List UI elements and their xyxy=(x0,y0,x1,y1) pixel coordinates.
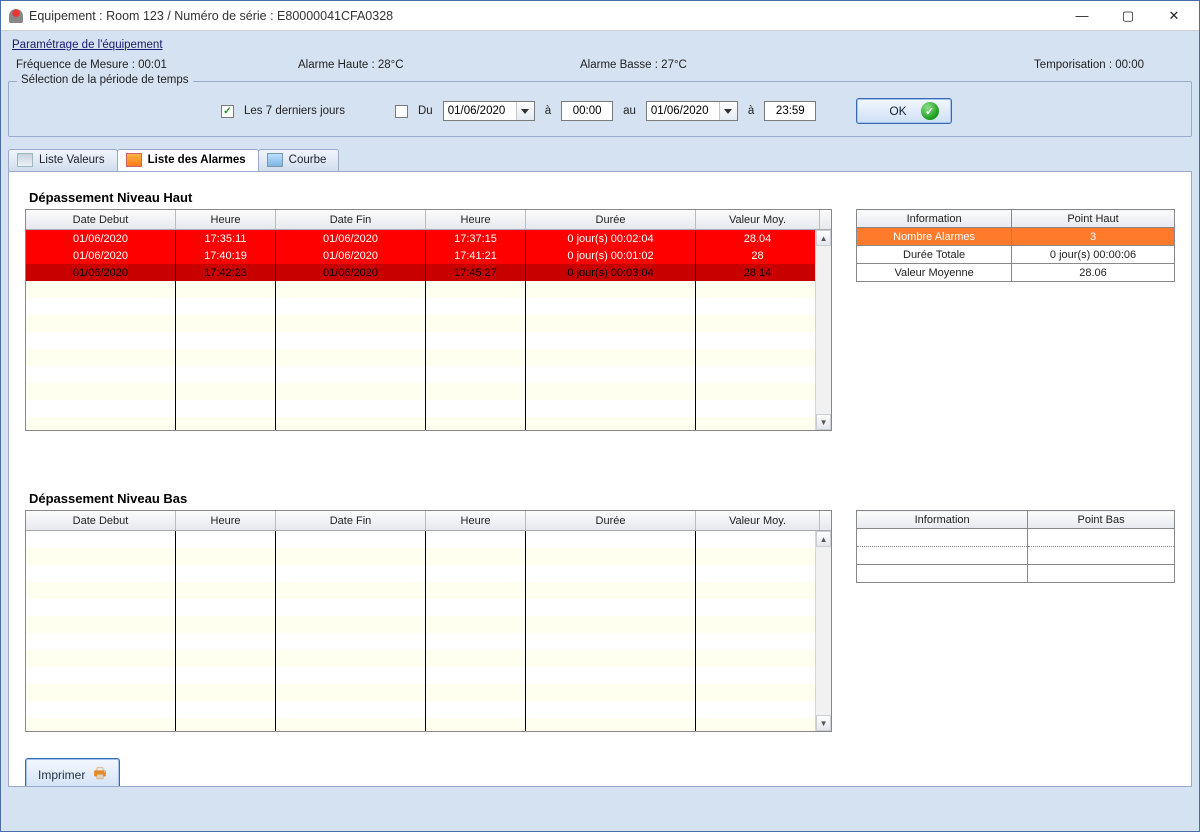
last7days-checkbox[interactable] xyxy=(221,105,234,118)
col-date-fin[interactable]: Date Fin xyxy=(276,511,426,530)
thermometer-icon xyxy=(9,9,23,23)
print-button[interactable]: Imprimer 🖶 xyxy=(25,758,120,787)
to-date-input[interactable] xyxy=(647,104,719,118)
scroll-down-icon[interactable]: ▼ xyxy=(816,414,831,430)
high-grid-scrollbar[interactable]: ▲ ▼ xyxy=(815,230,831,430)
col-heure-fin[interactable]: Heure xyxy=(426,511,526,530)
from-date-input[interactable] xyxy=(444,104,516,118)
tab-values-label: Liste Valeurs xyxy=(39,154,105,166)
scroll-up-icon[interactable]: ▲ xyxy=(816,230,831,246)
tab-chart[interactable]: Courbe xyxy=(258,149,340,171)
col-date-debut[interactable]: Date Debut xyxy=(26,210,176,229)
summary-col-info[interactable]: Information xyxy=(857,210,1012,228)
high-section-title: Dépassement Niveau Haut xyxy=(29,190,1175,205)
high-grid-header: Date Debut Heure Date Fin Heure Durée Va… xyxy=(26,210,831,230)
to-time-input[interactable] xyxy=(764,101,816,121)
high-alarm-label: Alarme Haute : 28°C xyxy=(298,59,580,71)
low-grid: Date Debut Heure Date Fin Heure Durée Va… xyxy=(25,510,832,732)
chart-icon xyxy=(267,153,283,167)
summary-row-nombre-alarmes[interactable]: Nombre Alarmes3 xyxy=(857,228,1175,246)
low-summary-table: Information Point Bas xyxy=(856,510,1175,583)
to-date-dropdown-icon[interactable] xyxy=(719,102,737,120)
ok-button-label: OK xyxy=(889,104,906,118)
low-grid-scrollbar[interactable]: ▲ ▼ xyxy=(815,531,831,731)
from-label: Du xyxy=(418,105,433,117)
tab-alarms-label: Liste des Alarmes xyxy=(148,154,246,166)
summary-col-point-bas[interactable]: Point Bas xyxy=(1028,511,1175,529)
tab-chart-label: Courbe xyxy=(289,154,327,166)
col-valeur-moy[interactable]: Valeur Moy. xyxy=(696,210,820,229)
low-section-title: Dépassement Niveau Bas xyxy=(29,491,1175,506)
high-grid-area: Date Debut Heure Date Fin Heure Durée Va… xyxy=(25,209,1175,431)
table-row[interactable]: 01/06/202017:40:1901/06/202017:41:210 jo… xyxy=(26,247,815,264)
from-date-dropdown-icon[interactable] xyxy=(516,102,534,120)
high-summary-table: Information Point Haut Nombre Alarmes3 D… xyxy=(856,209,1175,282)
chevron-down-icon xyxy=(521,109,529,114)
print-button-label: Imprimer xyxy=(38,768,85,782)
custom-range-checkbox[interactable] xyxy=(395,105,408,118)
high-grid-body: 01/06/202017:35:1101/06/202017:37:150 jo… xyxy=(26,230,815,430)
client-area: Paramétrage de l'équipement Fréquence de… xyxy=(1,31,1199,831)
equipment-window: Equipement : Room 123 / Numéro de série … xyxy=(0,0,1200,832)
tab-alarms[interactable]: Liste des Alarmes xyxy=(117,149,259,171)
titlebar: Equipement : Room 123 / Numéro de série … xyxy=(1,1,1199,31)
col-duree[interactable]: Durée xyxy=(526,511,696,530)
summary-row-empty xyxy=(857,529,1175,547)
time-period-fieldset: Sélection de la période de temps Les 7 d… xyxy=(8,81,1192,137)
tab-values[interactable]: Liste Valeurs xyxy=(8,149,118,171)
from-date-combo[interactable] xyxy=(443,101,535,121)
col-heure-debut[interactable]: Heure xyxy=(176,210,276,229)
low-grid-header: Date Debut Heure Date Fin Heure Durée Va… xyxy=(26,511,831,531)
printer-icon: 🖶 xyxy=(93,763,106,787)
summary-col-info[interactable]: Information xyxy=(857,511,1028,529)
tab-alarms-body: Dépassement Niveau Haut Date Debut Heure… xyxy=(8,171,1192,787)
scroll-down-icon[interactable]: ▼ xyxy=(816,715,831,731)
table-row[interactable]: 01/06/202017:42:2301/06/202017:45:270 jo… xyxy=(26,264,815,281)
low-grid-area: Date Debut Heure Date Fin Heure Durée Va… xyxy=(25,510,1175,732)
chevron-down-icon xyxy=(724,109,732,114)
summary-row-valeur-moyenne[interactable]: Valeur Moyenne28.06 xyxy=(857,264,1175,282)
summary-col-point-haut[interactable]: Point Haut xyxy=(1012,210,1175,228)
a-label-1: à xyxy=(545,105,551,117)
check-circle-icon: ✓ xyxy=(921,102,939,120)
col-heure-fin[interactable]: Heure xyxy=(426,210,526,229)
time-period-row: Les 7 derniers jours Du à au à xyxy=(21,98,1179,124)
delay-label: Temporisation : 00:00 xyxy=(862,59,1184,71)
ok-button[interactable]: OK ✓ xyxy=(856,98,951,124)
close-button[interactable]: ✕ xyxy=(1151,1,1197,30)
window-title: Equipement : Room 123 / Numéro de série … xyxy=(29,9,1059,23)
last7days-label: Les 7 derniers jours xyxy=(244,105,345,117)
tabbar: Liste Valeurs Liste des Alarmes Courbe xyxy=(8,145,1192,171)
high-grid: Date Debut Heure Date Fin Heure Durée Va… xyxy=(25,209,832,431)
equipment-settings-link[interactable]: Paramétrage de l'équipement xyxy=(12,39,1192,51)
low-alarm-label: Alarme Basse : 27°C xyxy=(580,59,862,71)
summary-row-empty xyxy=(857,565,1175,583)
window-controls: — ▢ ✕ xyxy=(1059,1,1197,30)
summary-row-duree-totale[interactable]: Durée Totale0 jour(s) 00:00:06 xyxy=(857,246,1175,264)
col-valeur-moy[interactable]: Valeur Moy. xyxy=(696,511,820,530)
scroll-up-icon[interactable]: ▲ xyxy=(816,531,831,547)
from-time-input[interactable] xyxy=(561,101,613,121)
measure-frequency-label: Fréquence de Mesure : 00:01 xyxy=(16,59,298,71)
maximize-button[interactable]: ▢ xyxy=(1105,1,1151,30)
time-period-legend: Sélection de la période de temps xyxy=(17,74,193,86)
au-label: au xyxy=(623,105,636,117)
minimize-button[interactable]: — xyxy=(1059,1,1105,30)
a-label-2: à xyxy=(748,105,754,117)
summary-row-empty xyxy=(857,547,1175,565)
table-row[interactable]: 01/06/202017:35:1101/06/202017:37:150 jo… xyxy=(26,230,815,247)
col-date-fin[interactable]: Date Fin xyxy=(276,210,426,229)
col-date-debut[interactable]: Date Debut xyxy=(26,511,176,530)
col-heure-debut[interactable]: Heure xyxy=(176,511,276,530)
list-icon xyxy=(17,153,33,167)
to-date-combo[interactable] xyxy=(646,101,738,121)
col-duree[interactable]: Durée xyxy=(526,210,696,229)
alarm-icon xyxy=(126,153,142,167)
low-grid-stripes xyxy=(26,531,815,731)
